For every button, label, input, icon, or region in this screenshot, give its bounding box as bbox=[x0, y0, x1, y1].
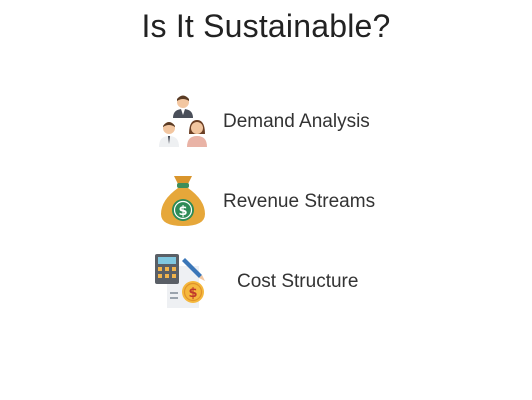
calculator-invoice-icon: $ bbox=[155, 254, 205, 308]
slide-title: Is It Sustainable? bbox=[141, 8, 391, 44]
svg-text:$: $ bbox=[178, 204, 187, 219]
list-item-cost-structure: $ Cost Structure bbox=[0, 252, 532, 312]
money-bag-icon: $ bbox=[161, 176, 205, 226]
slide: Is It Sustainable? Demand Analysis $ Rev… bbox=[0, 0, 532, 400]
item-label: Revenue Streams bbox=[223, 191, 376, 212]
item-label: Demand Analysis bbox=[223, 111, 370, 132]
svg-text:$: $ bbox=[188, 286, 197, 301]
people-group-icon bbox=[159, 95, 207, 147]
item-label: Cost Structure bbox=[237, 271, 359, 292]
list-item-demand-analysis: Demand Analysis bbox=[0, 92, 532, 152]
list-item-revenue-streams: $ Revenue Streams bbox=[0, 172, 532, 232]
